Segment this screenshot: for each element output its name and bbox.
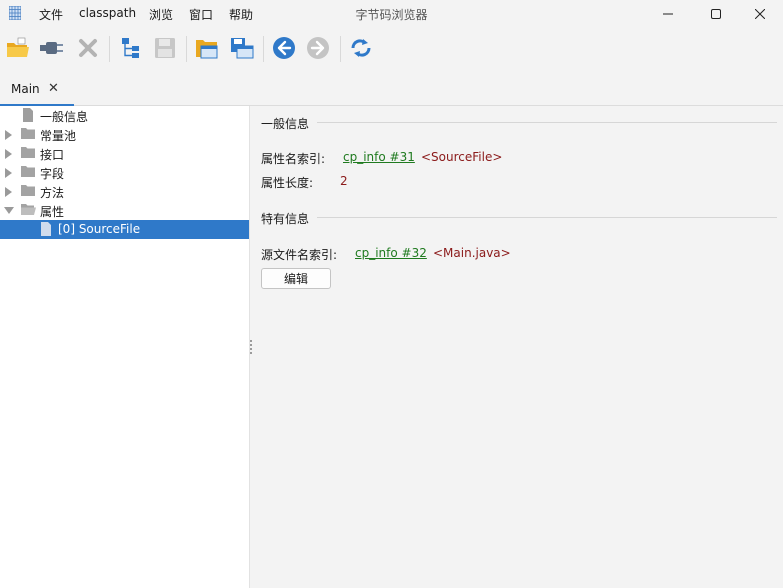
plug-icon bbox=[40, 42, 63, 54]
folder-icon bbox=[21, 166, 35, 177]
back-arrow-icon bbox=[273, 37, 295, 59]
tree-item-label: 属性 bbox=[40, 205, 65, 219]
folder-icon bbox=[21, 185, 35, 196]
file-icon bbox=[41, 222, 51, 236]
edit-button[interactable]: 编辑 bbox=[261, 268, 331, 289]
minimize-button[interactable] bbox=[645, 0, 691, 28]
structure-tree: 一般信息 常量池 接口 字段 方法 属性 [0] SourceFile bbox=[0, 106, 250, 588]
tree-item-methods[interactable]: 方法 bbox=[0, 182, 249, 201]
maximize-icon bbox=[711, 9, 721, 19]
folder-window-icon bbox=[196, 40, 218, 59]
tree-item-interfaces[interactable]: 接口 bbox=[0, 144, 249, 163]
forward-arrow-icon bbox=[307, 37, 329, 59]
close-file-button[interactable] bbox=[75, 35, 101, 61]
toolbar-separator bbox=[186, 36, 187, 62]
save-button[interactable] bbox=[152, 35, 178, 61]
toolbar bbox=[0, 30, 783, 66]
title-bar: 文件 classpath 浏览 窗口 帮助 字节码浏览器 bbox=[0, 0, 783, 28]
tree-item-label: [0] SourceFile bbox=[58, 222, 141, 236]
expand-arrow-icon[interactable] bbox=[5, 130, 12, 140]
toolbar-separator bbox=[340, 36, 341, 62]
class-hierarchy-icon bbox=[122, 38, 139, 58]
expand-arrow-icon[interactable] bbox=[5, 149, 12, 159]
attribute-name-index-label: 属性名索引: bbox=[261, 152, 326, 166]
section-title-general: 一般信息 bbox=[261, 117, 310, 131]
hierarchy-button[interactable] bbox=[118, 35, 144, 61]
refresh-icon bbox=[351, 39, 371, 57]
minimize-icon bbox=[663, 13, 673, 15]
section-title-specific: 特有信息 bbox=[261, 212, 310, 226]
tab-label: Main bbox=[11, 82, 40, 96]
forward-button[interactable] bbox=[305, 35, 331, 61]
tree-item-label: 常量池 bbox=[40, 129, 77, 143]
source-file-index-label: 源文件名索引: bbox=[261, 248, 338, 262]
close-window-button[interactable] bbox=[737, 0, 783, 28]
tree-item-label: 方法 bbox=[40, 186, 65, 200]
save-disk-icon bbox=[155, 38, 175, 58]
maximize-button[interactable] bbox=[693, 0, 739, 28]
connect-button[interactable] bbox=[39, 35, 65, 61]
tree-item-constant-pool[interactable]: 常量池 bbox=[0, 125, 249, 144]
attribute-length-value: 2 bbox=[340, 174, 348, 188]
collapse-arrow-icon[interactable] bbox=[4, 207, 14, 214]
source-file-index-link[interactable]: cp_info #32 bbox=[355, 246, 427, 260]
attribute-name-index-link[interactable]: cp_info #31 bbox=[343, 150, 415, 164]
save-window-icon bbox=[231, 38, 254, 59]
tree-item-label: 字段 bbox=[40, 167, 65, 181]
save-window-button[interactable] bbox=[229, 35, 255, 61]
source-file-ref: <Main.java> bbox=[433, 246, 511, 260]
open-button[interactable] bbox=[5, 35, 31, 61]
expand-arrow-icon[interactable] bbox=[5, 187, 12, 197]
tab-close-icon[interactable]: ✕ bbox=[48, 81, 59, 96]
tab-main[interactable]: Main ✕ bbox=[0, 74, 74, 106]
tree-item-label: 一般信息 bbox=[40, 110, 89, 124]
back-button[interactable] bbox=[271, 35, 297, 61]
section-divider bbox=[317, 217, 777, 218]
folder-open-icon bbox=[21, 204, 36, 215]
tree-item-sourcefile[interactable]: [0] SourceFile bbox=[0, 220, 249, 239]
close-x-icon bbox=[79, 39, 97, 57]
folder-icon bbox=[21, 128, 35, 139]
tree-item-attributes[interactable]: 属性 bbox=[0, 201, 249, 220]
tab-strip: Main ✕ bbox=[0, 74, 783, 106]
folder-icon bbox=[21, 147, 35, 158]
toolbar-separator bbox=[263, 36, 264, 62]
attribute-length-label: 属性长度: bbox=[261, 176, 314, 190]
tree-item-fields[interactable]: 字段 bbox=[0, 163, 249, 182]
open-folder-icon bbox=[7, 37, 29, 57]
section-divider bbox=[317, 122, 777, 123]
refresh-button[interactable] bbox=[348, 35, 374, 61]
open-window-button[interactable] bbox=[194, 35, 220, 61]
close-icon bbox=[755, 9, 765, 19]
file-icon bbox=[23, 108, 33, 122]
tree-item-label: 接口 bbox=[40, 148, 65, 162]
tree-item-general-info[interactable]: 一般信息 bbox=[0, 106, 249, 125]
attribute-name-ref: <SourceFile> bbox=[421, 150, 503, 164]
toolbar-separator bbox=[109, 36, 110, 62]
expand-arrow-icon[interactable] bbox=[5, 168, 12, 178]
detail-panel: 一般信息 属性名索引: cp_info #31 <SourceFile> 属性长… bbox=[251, 106, 783, 588]
